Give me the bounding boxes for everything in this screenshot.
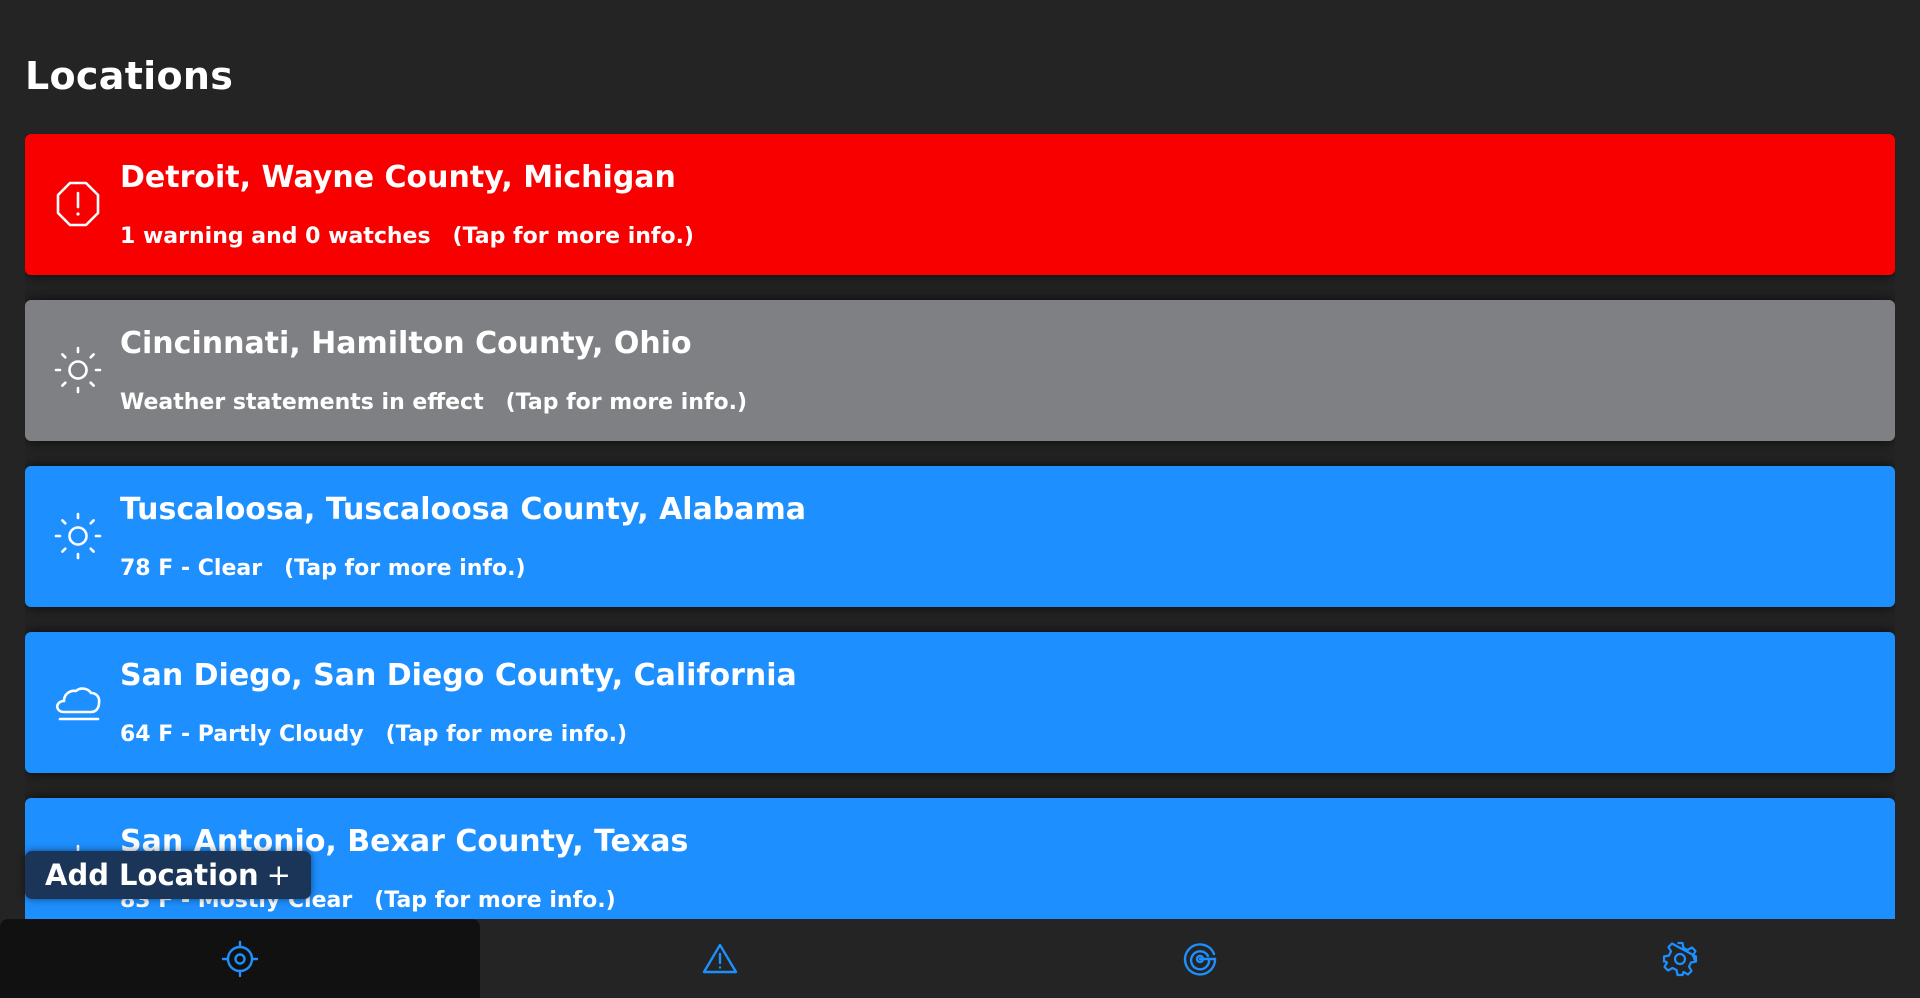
location-card-tuscaloosa[interactable]: Tuscaloosa, Tuscaloosa County, Alabama 7… <box>25 466 1895 607</box>
location-card-san-diego[interactable]: San Diego, San Diego County, California … <box>25 632 1895 773</box>
nav-tab-locations[interactable] <box>0 919 480 998</box>
sun-icon <box>52 344 104 396</box>
gear-icon <box>1661 940 1699 978</box>
status-text: 78 F - Clear <box>120 556 263 581</box>
tap-hint: (Tap for more info.) <box>505 390 748 415</box>
location-status: 1 warning and 0 watches (Tap for more inf… <box>120 224 694 249</box>
status-text: 1 warning and 0 watches <box>120 224 431 249</box>
status-text: Weather statements in effect <box>120 390 484 415</box>
warning-triangle-icon <box>701 940 739 978</box>
location-card-detroit[interactable]: Detroit, Wayne County, Michigan 1 warnin… <box>25 134 1895 275</box>
location-status: Weather statements in effect (Tap for mor… <box>120 390 747 415</box>
location-name: Tuscaloosa, Tuscaloosa County, Alabama <box>120 492 807 527</box>
bottom-nav <box>0 919 1920 998</box>
add-location-button[interactable]: Add Location + <box>25 851 311 899</box>
tap-hint: (Tap for more info.) <box>385 722 628 747</box>
location-card-cincinnati[interactable]: Cincinnati, Hamilton County, Ohio Weathe… <box>25 300 1895 441</box>
location-crosshair-icon <box>221 940 259 978</box>
radar-icon <box>1181 940 1219 978</box>
location-list: Detroit, Wayne County, Michigan 1 warnin… <box>25 134 1895 919</box>
alert-octagon-icon <box>52 178 104 230</box>
nav-tab-settings[interactable] <box>1440 919 1920 998</box>
plus-icon: + <box>266 858 291 892</box>
location-status: 78 F - Clear (Tap for more info.) <box>120 556 526 581</box>
cloud-icon <box>52 676 104 728</box>
nav-tab-alerts[interactable] <box>480 919 960 998</box>
tap-hint: (Tap for more info.) <box>374 888 616 913</box>
tap-hint: (Tap for more info.) <box>284 556 526 581</box>
nav-tab-radar[interactable] <box>960 919 1440 998</box>
location-status: 64 F - Partly Cloudy (Tap for more info.) <box>120 722 627 747</box>
location-name: San Diego, San Diego County, California <box>120 658 797 693</box>
location-name: Cincinnati, Hamilton County, Ohio <box>120 326 692 361</box>
add-location-label: Add Location <box>45 858 259 892</box>
app-window: Locations Detroit, Wayne County, Michiga… <box>0 0 1920 998</box>
page-title: Locations <box>25 54 234 98</box>
tap-hint: (Tap for more info.) <box>452 224 694 249</box>
sun-icon <box>52 510 104 562</box>
location-name: Detroit, Wayne County, Michigan <box>120 160 676 195</box>
status-text: 64 F - Partly Cloudy <box>120 722 364 747</box>
